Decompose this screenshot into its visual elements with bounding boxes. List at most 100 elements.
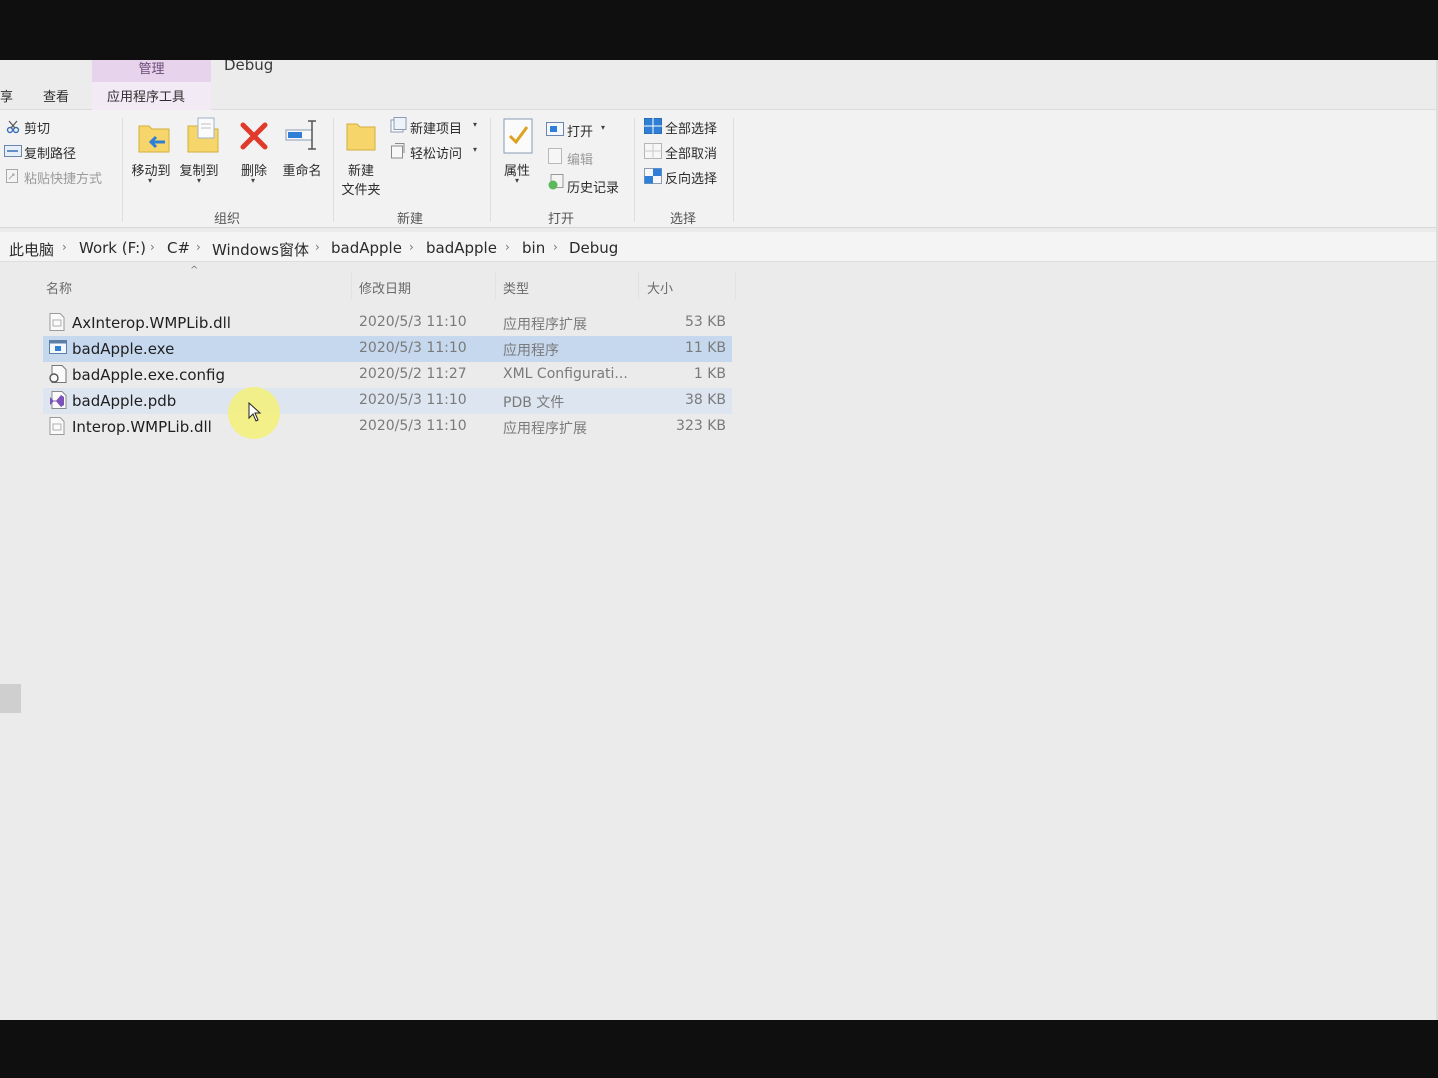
breadcrumb-chevron-icon[interactable]: › <box>409 240 414 254</box>
video-letterbox-bottom <box>0 1020 1438 1078</box>
file-size: 38 KB <box>684 392 726 408</box>
delete-button[interactable]: 删除 <box>234 160 274 179</box>
new-folder-button[interactable]: 新建 <box>338 160 384 179</box>
group-separator <box>634 118 635 222</box>
new-folder-icon <box>346 123 376 151</box>
history-icon <box>548 174 564 190</box>
file-row-badapple-exe[interactable]: badApple.exe 2020/5/3 11:10 应用程序 11 KB <box>43 336 732 362</box>
column-divider[interactable] <box>351 272 352 300</box>
column-divider[interactable] <box>638 272 639 300</box>
file-row-interop-dll[interactable]: Interop.WMPLib.dll 2020/5/3 11:10 应用程序扩展… <box>43 414 732 440</box>
scissors-icon <box>6 120 20 134</box>
new-folder-button-line2: 文件夹 <box>341 183 381 198</box>
invert-selection-icon <box>644 168 662 184</box>
ribbon: 剪切 复制路径 粘贴快捷方式 ▾ 移动到 ▾ 复制到 ▾ 删除 重命名 组织 新… <box>0 110 1438 228</box>
breadcrumb-bin[interactable]: bin <box>522 239 545 257</box>
file-date: 2020/5/3 11:10 <box>359 392 467 408</box>
ribbon-tab-strip: 管理 Debug 享 查看 应用程序工具 <box>0 60 1438 110</box>
edit-button[interactable]: 编辑 <box>567 149 593 168</box>
file-row-axinterop-dll[interactable]: AxInterop.WMPLib.dll 2020/5/3 11:10 应用程序… <box>43 310 732 336</box>
address-bar[interactable]: 此电脑 › Work (F:) › C# › Windows窗体 › badAp… <box>0 232 1438 262</box>
file-date: 2020/5/3 11:10 <box>359 340 467 356</box>
new-group-label: 新建 <box>396 212 423 227</box>
history-button[interactable]: 历史记录 <box>567 177 619 196</box>
cut-button[interactable]: 剪切 <box>24 118 50 137</box>
dll-icon <box>49 313 65 331</box>
paste-shortcut-icon <box>6 169 18 183</box>
move-to-icon <box>138 125 170 153</box>
breadcrumb-chevron-icon[interactable]: › <box>315 240 320 254</box>
breadcrumb-chevron-icon[interactable]: › <box>62 240 67 254</box>
column-divider[interactable] <box>735 272 736 300</box>
column-header-date[interactable]: 修改日期 <box>359 278 411 297</box>
copy-path-icon <box>4 145 22 157</box>
invert-selection-button[interactable]: 反向选择 <box>665 168 717 187</box>
paste-shortcut-button[interactable]: 粘贴快捷方式 <box>24 168 102 187</box>
select-all-button[interactable]: 全部选择 <box>665 118 717 137</box>
breadcrumb-windows-forms[interactable]: Windows窗体 <box>212 239 309 260</box>
move-to-button[interactable]: 移动到 <box>128 160 174 179</box>
breadcrumb-drive[interactable]: Work (F:) <box>79 239 146 257</box>
delete-icon <box>240 122 268 150</box>
easy-access-button[interactable]: 轻松访问 <box>410 143 462 162</box>
sort-ascending-icon: ^ <box>190 265 199 276</box>
breadcrumb-chevron-icon[interactable]: › <box>196 240 201 254</box>
window-title: Debug <box>224 60 274 74</box>
video-letterbox-top <box>0 0 1438 60</box>
breadcrumb-csharp[interactable]: C# <box>167 239 190 257</box>
tab-view[interactable]: 查看 <box>43 86 69 105</box>
file-explorer-window: 管理 Debug 享 查看 应用程序工具 剪切 复制路径 粘贴快捷方式 ▾ 移动… <box>0 60 1438 1020</box>
group-separator <box>333 118 334 222</box>
new-item-dropdown-caret: ▾ <box>473 120 478 129</box>
column-header-type[interactable]: 类型 <box>503 278 529 297</box>
breadcrumb-badapple-project[interactable]: badApple <box>426 239 497 257</box>
breadcrumb-debug[interactable]: Debug <box>569 239 618 257</box>
open-group-label: 打开 <box>547 212 574 227</box>
open-dropdown-caret: ▾ <box>601 123 606 132</box>
column-header-size[interactable]: 大小 <box>647 278 673 297</box>
file-row-badapple-config[interactable]: badApple.exe.config 2020/5/2 11:27 XML C… <box>43 362 732 388</box>
file-size: 1 KB <box>693 366 726 382</box>
column-header-name[interactable]: 名称 <box>46 278 72 297</box>
file-size: 11 KB <box>684 340 726 356</box>
file-size: 323 KB <box>676 418 726 434</box>
breadcrumb-chevron-icon[interactable]: › <box>505 240 510 254</box>
file-type: 应用程序扩展 <box>503 317 587 333</box>
select-group-label: 选择 <box>669 212 696 227</box>
easy-access-dropdown-caret: ▾ <box>473 145 478 154</box>
organize-group-label: 组织 <box>213 212 240 227</box>
copy-to-button[interactable]: 复制到 <box>176 160 222 179</box>
file-name: badApple.pdb <box>72 392 177 410</box>
navigation-pane-scroll-nub[interactable] <box>0 684 21 713</box>
edit-icon <box>548 148 562 164</box>
dll-icon <box>49 417 65 435</box>
tab-share[interactable]: 享 <box>0 86 13 105</box>
breadcrumb-badapple-solution[interactable]: badApple <box>331 239 402 257</box>
group-separator <box>122 118 123 222</box>
tab-application-tools[interactable]: 应用程序工具 <box>107 86 185 105</box>
rename-button[interactable]: 重命名 <box>279 160 325 179</box>
file-type: 应用程序 <box>503 343 559 359</box>
file-row-badapple-pdb[interactable]: badApple.pdb 2020/5/3 11:10 PDB 文件 38 KB <box>43 388 732 414</box>
new-item-button[interactable]: 新建项目 <box>410 118 462 137</box>
file-type: PDB 文件 <box>503 395 565 411</box>
select-none-button[interactable]: 全部取消 <box>665 143 717 162</box>
file-date: 2020/5/3 11:10 <box>359 314 467 330</box>
breadcrumb-chevron-icon[interactable]: › <box>553 240 558 254</box>
properties-icon <box>503 118 533 154</box>
context-tab-group-label: 管理 <box>138 62 165 77</box>
config-icon <box>49 365 67 383</box>
pdb-icon <box>50 391 67 409</box>
breadcrumb-chevron-icon[interactable]: › <box>150 240 155 254</box>
open-button[interactable]: 打开 <box>567 121 593 140</box>
file-date: 2020/5/2 11:27 <box>359 366 467 382</box>
file-date: 2020/5/3 11:10 <box>359 418 467 434</box>
breadcrumb-this-pc[interactable]: 此电脑 <box>9 239 54 260</box>
copy-path-button[interactable]: 复制路径 <box>24 143 76 162</box>
properties-dropdown-caret: ▾ <box>515 176 520 185</box>
file-name: AxInterop.WMPLib.dll <box>72 314 231 332</box>
mouse-pointer-icon <box>248 402 262 422</box>
file-name: badApple.exe.config <box>72 366 225 384</box>
exe-icon <box>49 340 67 354</box>
column-divider[interactable] <box>495 272 496 300</box>
